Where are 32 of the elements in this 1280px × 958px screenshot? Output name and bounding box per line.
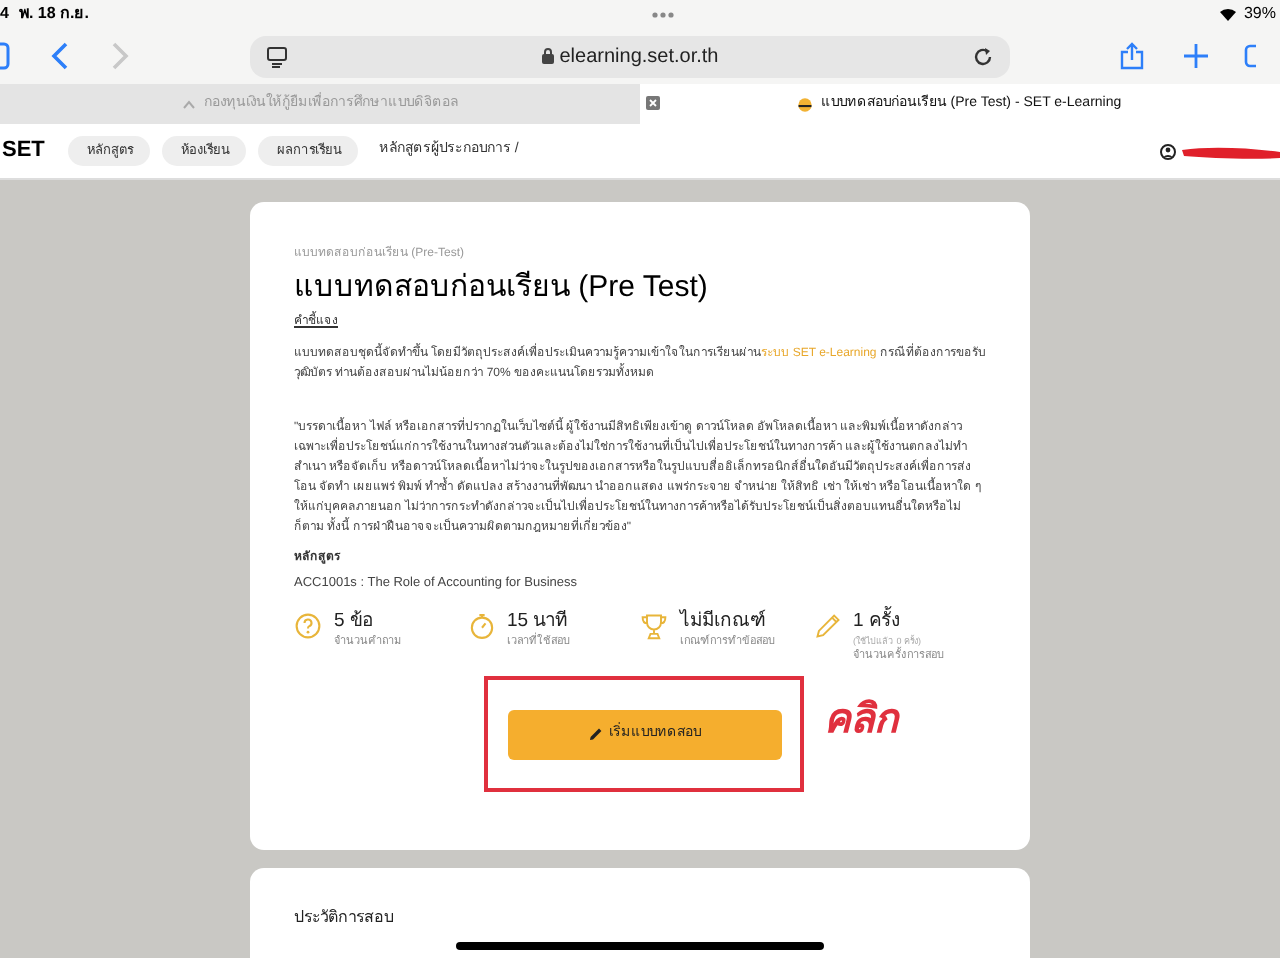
reader-icon[interactable]	[266, 45, 288, 67]
user-icon[interactable]	[1160, 143, 1176, 159]
pencil-icon	[813, 612, 841, 641]
stopwatch-icon	[467, 612, 495, 641]
multitasking-dots-icon	[652, 11, 675, 17]
battery-level: 39%	[1243, 2, 1276, 26]
site-logo[interactable]: SET	[2, 134, 45, 168]
page-title: แบบทดสอบก่อนเรียน (Pre Test)	[294, 268, 710, 308]
back-button[interactable]	[50, 42, 70, 70]
trophy-icon	[640, 612, 668, 641]
question-circle-icon	[294, 612, 322, 641]
site-favicon	[798, 97, 813, 111]
close-tab-icon[interactable]	[646, 96, 660, 110]
url-text: elearning.set.or.th	[559, 43, 719, 71]
stat-value: ไม่มีเกณฑ์	[680, 610, 768, 634]
stat-value: 1 ครั้ง	[853, 610, 903, 635]
stat-value: 15 นาที	[507, 610, 568, 633]
reload-icon[interactable]	[972, 45, 994, 67]
status-date: พ. 18 ก.ย.	[18, 2, 89, 26]
status-time: 4	[0, 2, 9, 26]
address-bar[interactable]: elearning.set.or.th	[250, 35, 1010, 77]
stat-value: 5 ข้อ	[334, 610, 376, 635]
handwritten-annotation: คลิก	[824, 696, 898, 747]
new-tab-icon[interactable]	[1184, 44, 1208, 68]
tabs-icon[interactable]	[1244, 44, 1256, 68]
site-favicon	[182, 99, 196, 109]
pencil-icon	[587, 726, 603, 743]
share-icon[interactable]	[1120, 42, 1144, 70]
wifi-icon	[1217, 6, 1238, 22]
lock-icon	[541, 48, 554, 64]
section-title: ประวัติการสอบ	[294, 906, 396, 930]
sidebar-icon[interactable]	[0, 42, 10, 70]
